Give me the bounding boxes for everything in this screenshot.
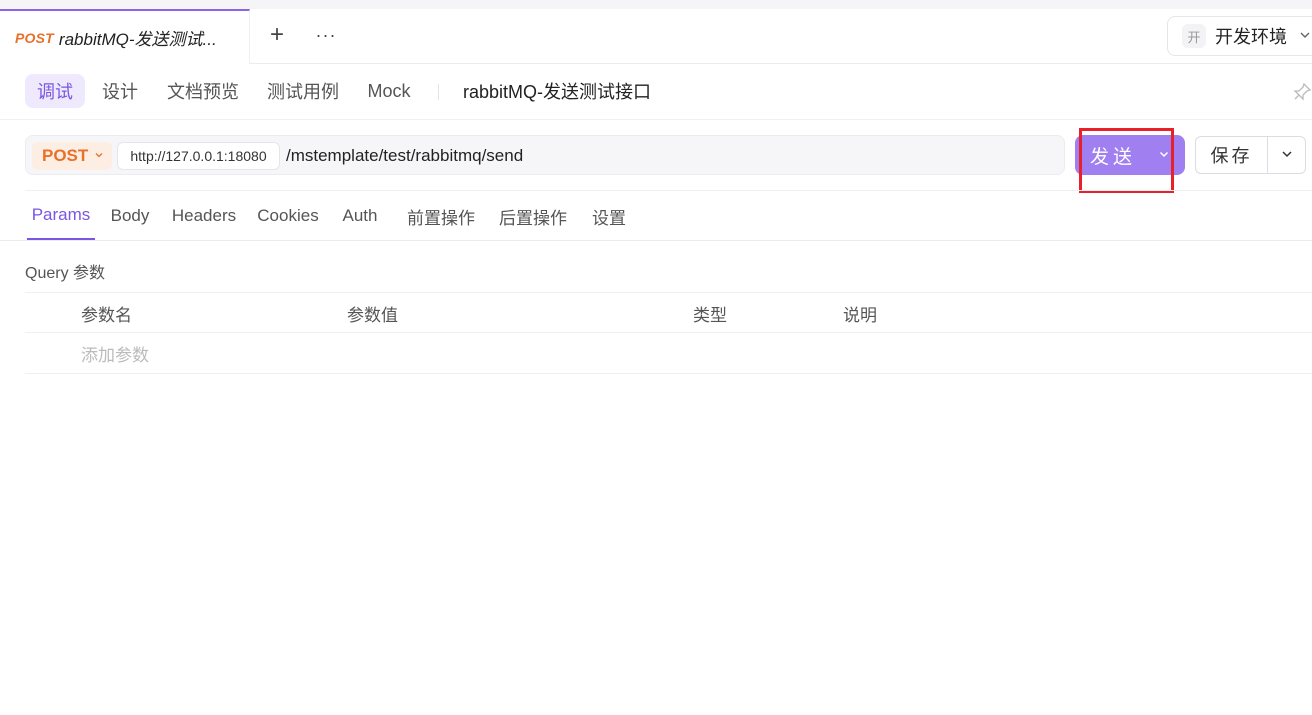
divider xyxy=(25,190,1312,191)
tab-auth[interactable]: Auth xyxy=(335,192,385,240)
add-param-input[interactable]: 添加参数 xyxy=(81,333,149,373)
save-button[interactable]: 保存 xyxy=(1195,136,1267,174)
tab-cookies[interactable]: Cookies xyxy=(252,192,324,240)
method-label: POST xyxy=(42,146,89,165)
subnav-test-cases[interactable]: 测试用例 xyxy=(260,74,346,108)
column-header-description: 说明 xyxy=(843,305,877,325)
subnav-debug[interactable]: 调试 xyxy=(25,74,85,108)
subnav-divider xyxy=(438,84,439,100)
api-name: rabbitMQ-发送测试接口 xyxy=(463,82,652,102)
param-tabs: Params Body Headers Cookies Auth 前置操作 后置… xyxy=(0,192,1312,241)
tab-pre-request[interactable]: 前置操作 xyxy=(400,192,482,240)
environment-badge: 开 xyxy=(1182,24,1206,48)
window-top-strip xyxy=(0,0,1312,9)
query-params-title: Query 参数 xyxy=(25,265,106,282)
request-tab[interactable]: POST rabbitMQ-发送测试... xyxy=(0,9,250,64)
params-table-header: 参数名 参数值 类型 说明 xyxy=(25,292,1312,333)
tab-title: rabbitMQ-发送测试... xyxy=(58,30,217,49)
more-icon[interactable]: ··· xyxy=(312,19,340,51)
tab-post-request[interactable]: 后置操作 xyxy=(492,192,574,240)
environment-label: 开发环境 xyxy=(1215,27,1287,47)
subnav-design[interactable]: 设计 xyxy=(95,74,145,108)
method-select[interactable]: POST xyxy=(32,142,112,170)
save-options-button[interactable] xyxy=(1267,136,1306,174)
path-input[interactable] xyxy=(286,140,1046,172)
tab-params[interactable]: Params xyxy=(27,192,95,240)
chevron-down-icon xyxy=(1281,148,1293,163)
tab-method-label: POST xyxy=(15,29,54,46)
chevron-down-icon xyxy=(1299,29,1311,44)
tab-settings[interactable]: 设置 xyxy=(585,192,633,240)
tab-bar: POST rabbitMQ-发送测试... + ··· 开 开发环境 xyxy=(0,9,1312,64)
subnav-mock[interactable]: Mock xyxy=(360,74,418,108)
table-row: 添加参数 xyxy=(25,333,1312,374)
chevron-down-icon xyxy=(94,150,104,163)
pin-icon[interactable] xyxy=(1292,82,1312,102)
column-header-type: 类型 xyxy=(693,305,727,325)
tab-body[interactable]: Body xyxy=(105,192,155,240)
column-header-name: 参数名 xyxy=(81,305,132,325)
plus-icon[interactable]: + xyxy=(264,19,290,51)
highlight-annotation-box xyxy=(1079,128,1174,193)
base-url-selector[interactable]: http://127.0.0.1:18080 xyxy=(117,142,280,170)
column-header-value: 参数值 xyxy=(347,305,398,325)
subnav-doc-preview[interactable]: 文档预览 xyxy=(160,74,246,108)
environment-select[interactable]: 开 开发环境 xyxy=(1167,16,1312,56)
tab-headers[interactable]: Headers xyxy=(166,192,242,240)
sub-navigation: 调试 设计 文档预览 测试用例 Mock rabbitMQ-发送测试接口 xyxy=(0,64,1312,120)
request-url-bar: POST http://127.0.0.1:18080 xyxy=(25,135,1065,175)
